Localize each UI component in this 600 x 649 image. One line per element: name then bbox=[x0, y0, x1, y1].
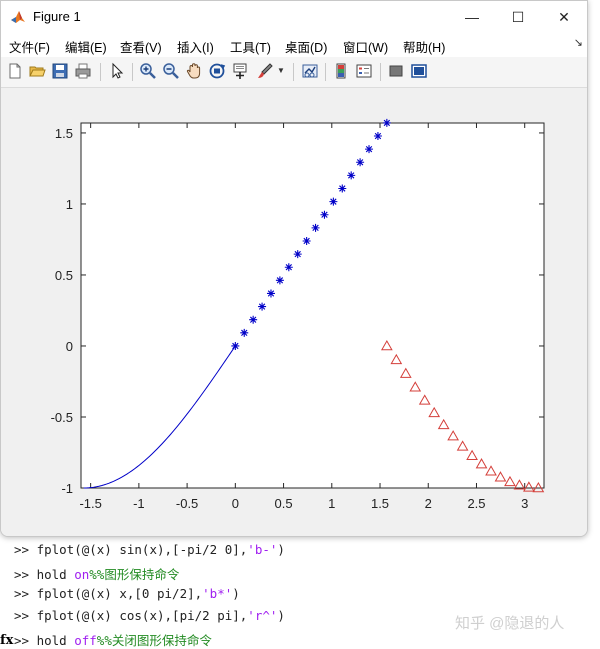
x-tick-label: -0.5 bbox=[176, 496, 198, 511]
window-title: Figure 1 bbox=[33, 9, 81, 24]
fx-function-icon[interactable]: fx bbox=[0, 633, 13, 648]
code-token: >> fplot(@(x) cos(x),[pi/2 pi], bbox=[14, 608, 248, 623]
x-tick-label: -1.5 bbox=[79, 496, 101, 511]
x-tick-label: 1.5 bbox=[371, 496, 389, 511]
toolbar-separator bbox=[325, 63, 326, 81]
command-line-5: >> hold off%%关闭图形保持命令 bbox=[14, 630, 212, 649]
y-tick-label: 1.5 bbox=[55, 126, 73, 141]
y-tick-label: 0 bbox=[66, 339, 73, 354]
figure-window: Figure 1 — ☐ ✕ 文件(F) 编辑(E) 查看(V) 插入(I) 工… bbox=[0, 0, 588, 537]
code-token: off bbox=[74, 633, 97, 648]
code-token: 'b-' bbox=[247, 542, 278, 557]
x-tick-label: 2 bbox=[425, 496, 432, 511]
zoom-out-icon[interactable] bbox=[162, 62, 180, 80]
y-tick-label: 1 bbox=[66, 197, 73, 212]
asterisk-marker bbox=[275, 276, 284, 285]
code-token: %%图形保持命令 bbox=[89, 567, 180, 582]
y-tick-label: -0.5 bbox=[51, 410, 73, 425]
legend-icon[interactable] bbox=[355, 62, 373, 80]
menu-tools[interactable]: 工具(T) bbox=[230, 37, 271, 56]
menu-window[interactable]: 窗口(W) bbox=[343, 37, 388, 56]
asterisk-marker bbox=[284, 263, 293, 272]
save-icon[interactable] bbox=[51, 62, 69, 80]
command-line-4: >> fplot(@(x) cos(x),[pi/2 pi],'r^') bbox=[14, 608, 285, 623]
x-tick-label: 0.5 bbox=[275, 496, 293, 511]
maximize-button[interactable]: ☐ bbox=[495, 1, 541, 33]
command-line-3: >> fplot(@(x) x,[0 pi/2],'b*') bbox=[14, 586, 240, 601]
asterisk-marker bbox=[311, 223, 320, 232]
toolbar-separator bbox=[132, 63, 133, 81]
menu-view[interactable]: 查看(V) bbox=[120, 37, 162, 56]
menu-help[interactable]: 帮助(H) bbox=[403, 37, 445, 56]
asterisk-marker bbox=[258, 302, 267, 311]
code-token: ) bbox=[277, 608, 285, 623]
pointer-icon[interactable] bbox=[108, 62, 126, 80]
toolbar-separator bbox=[100, 63, 101, 81]
menu-overflow-icon[interactable]: ↘ bbox=[574, 36, 583, 49]
code-token: on bbox=[74, 567, 90, 582]
colorbar-icon[interactable] bbox=[332, 62, 350, 80]
menu-insert[interactable]: 插入(I) bbox=[177, 37, 214, 56]
x-tick-label: 1 bbox=[328, 496, 335, 511]
asterisk-marker bbox=[302, 236, 311, 245]
axes-plot[interactable]: -1.5 -1 -0.5 0 0.5 1 1.5 2 2.5 3 -1 -0.5 0 0.5 1 1.5 bbox=[1, 88, 587, 536]
pan-icon[interactable] bbox=[185, 62, 203, 80]
x-tick-label: 2.5 bbox=[467, 496, 485, 511]
figure-toolbar: ▼ bbox=[1, 57, 587, 88]
open-file-icon[interactable] bbox=[28, 62, 46, 80]
code-token: ) bbox=[232, 586, 240, 601]
close-button[interactable]: ✕ bbox=[541, 1, 587, 33]
asterisk-marker bbox=[240, 328, 249, 337]
y-tick-label: -1 bbox=[61, 481, 73, 496]
new-figure-icon[interactable] bbox=[6, 62, 24, 80]
menu-edit[interactable]: 编辑(E) bbox=[65, 37, 107, 56]
minimize-button[interactable]: — bbox=[449, 1, 495, 33]
rotate-3d-icon[interactable] bbox=[208, 62, 226, 80]
code-token: %%关闭图形保持命令 bbox=[96, 633, 212, 648]
menu-desktop[interactable]: 桌面(D) bbox=[285, 37, 327, 56]
asterisk-marker bbox=[293, 250, 302, 259]
code-token: ) bbox=[277, 542, 285, 557]
toolbar-separator bbox=[293, 63, 294, 81]
menu-bar: 文件(F) 编辑(E) 查看(V) 插入(I) 工具(T) 桌面(D) 窗口(W… bbox=[1, 33, 587, 57]
zoom-in-icon[interactable] bbox=[139, 62, 157, 80]
code-token: 'b*' bbox=[202, 586, 233, 601]
matlab-logo-icon bbox=[10, 9, 26, 25]
link-plot-icon[interactable] bbox=[301, 62, 319, 80]
menu-file[interactable]: 文件(F) bbox=[9, 37, 50, 56]
show-plot-tools-icon[interactable] bbox=[410, 62, 428, 80]
x-tick-label: 3 bbox=[521, 496, 528, 511]
brush-dropdown-icon[interactable]: ▼ bbox=[277, 66, 285, 75]
asterisk-marker bbox=[320, 210, 329, 219]
command-line-1: >> fplot(@(x) sin(x),[-pi/2 0],'b-') bbox=[14, 542, 285, 557]
x-tick-label: 0 bbox=[232, 496, 239, 511]
print-icon[interactable] bbox=[74, 62, 92, 80]
code-token: 'r^' bbox=[247, 608, 278, 623]
figure-canvas: -1.5 -1 -0.5 0 0.5 1 1.5 2 2.5 3 -1 -0.5 0 0.5 1 1.5 bbox=[1, 88, 587, 536]
code-token: >> hold bbox=[14, 633, 75, 648]
watermark: 知乎 @隐退的人 bbox=[455, 615, 565, 632]
y-tick-label: 0.5 bbox=[55, 268, 73, 283]
command-line-2: >> hold on%%图形保持命令 bbox=[14, 564, 179, 583]
brush-icon[interactable] bbox=[256, 62, 274, 80]
title-bar[interactable]: Figure 1 — ☐ ✕ bbox=[1, 1, 587, 33]
data-cursor-icon[interactable] bbox=[231, 62, 249, 80]
axes-box bbox=[80, 122, 545, 489]
asterisk-marker bbox=[249, 315, 258, 324]
hide-plot-tools-icon[interactable] bbox=[387, 62, 405, 80]
x-tick-label: -1 bbox=[133, 496, 145, 511]
toolbar-separator bbox=[380, 63, 381, 81]
code-token: >> hold bbox=[14, 567, 75, 582]
code-token: >> fplot(@(x) x,[0 pi/2], bbox=[14, 586, 203, 601]
code-token: >> fplot(@(x) sin(x),[-pi/2 0], bbox=[14, 542, 248, 557]
